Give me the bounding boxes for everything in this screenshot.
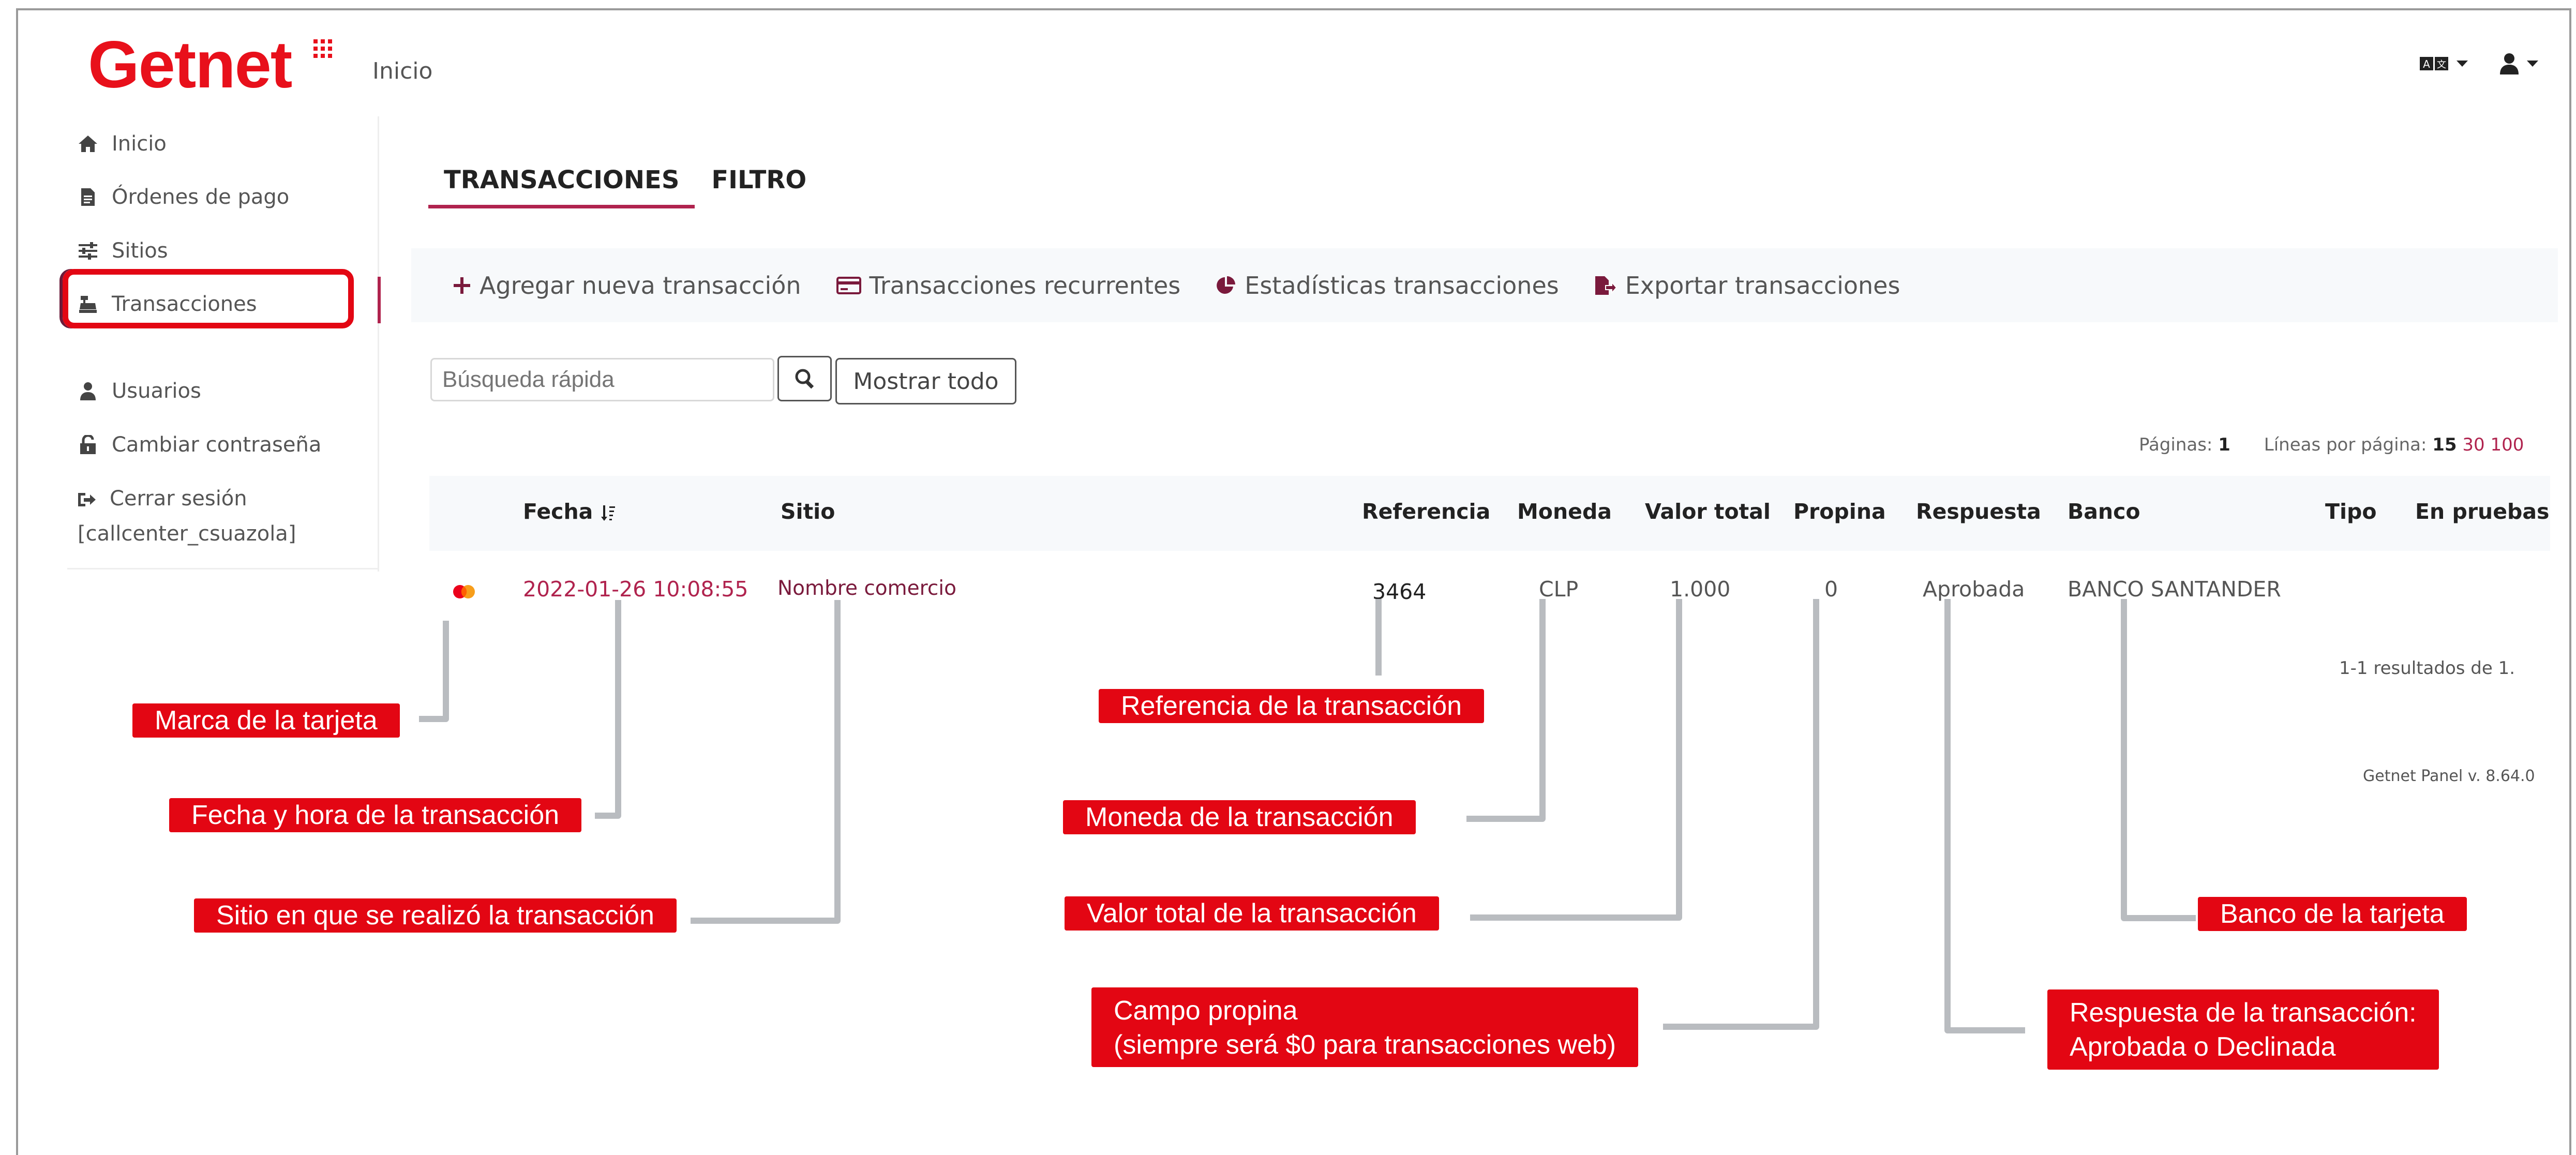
leader-respuesta (1944, 599, 2025, 1033)
annotation-sitio: Sitio en que se realizó la transacción (194, 898, 677, 933)
leader-sitio (691, 600, 841, 924)
annotation-fecha: Fecha y hora de la transacción (169, 798, 582, 832)
annotation-propina: Campo propina (siempre será $0 para tran… (1091, 987, 1639, 1067)
annotation-moneda: Moneda de la transacción (1063, 800, 1416, 834)
annotation-respuesta-line1: Respuesta de la transacción: (2070, 998, 2417, 1028)
leader-card-brand (419, 621, 449, 722)
annotation-leaders (419, 599, 2196, 1033)
leader-banco (2121, 599, 2196, 921)
annotation-propina-line2: (siempre será $0 para transacciones web) (1114, 1030, 1616, 1060)
leader-propina (1663, 599, 1819, 1030)
leader-valor-total (1470, 599, 1682, 921)
annotation-referencia: Referencia de la transacción (1099, 689, 1485, 723)
annotation-propina-line1: Campo propina (1114, 996, 1298, 1026)
annotation-respuesta: Respuesta de la transacción: Aprobada o … (2047, 989, 2439, 1070)
annotation-valor-total: Valor total de la transacción (1065, 896, 1439, 931)
annotation-banco: Banco de la tarjeta (2198, 897, 2467, 931)
annotation-respuesta-line2: Aprobada o Declinada (2070, 1032, 2336, 1062)
annotation-card-brand: Marca de la tarjeta (132, 703, 400, 738)
leader-fecha (595, 600, 621, 819)
